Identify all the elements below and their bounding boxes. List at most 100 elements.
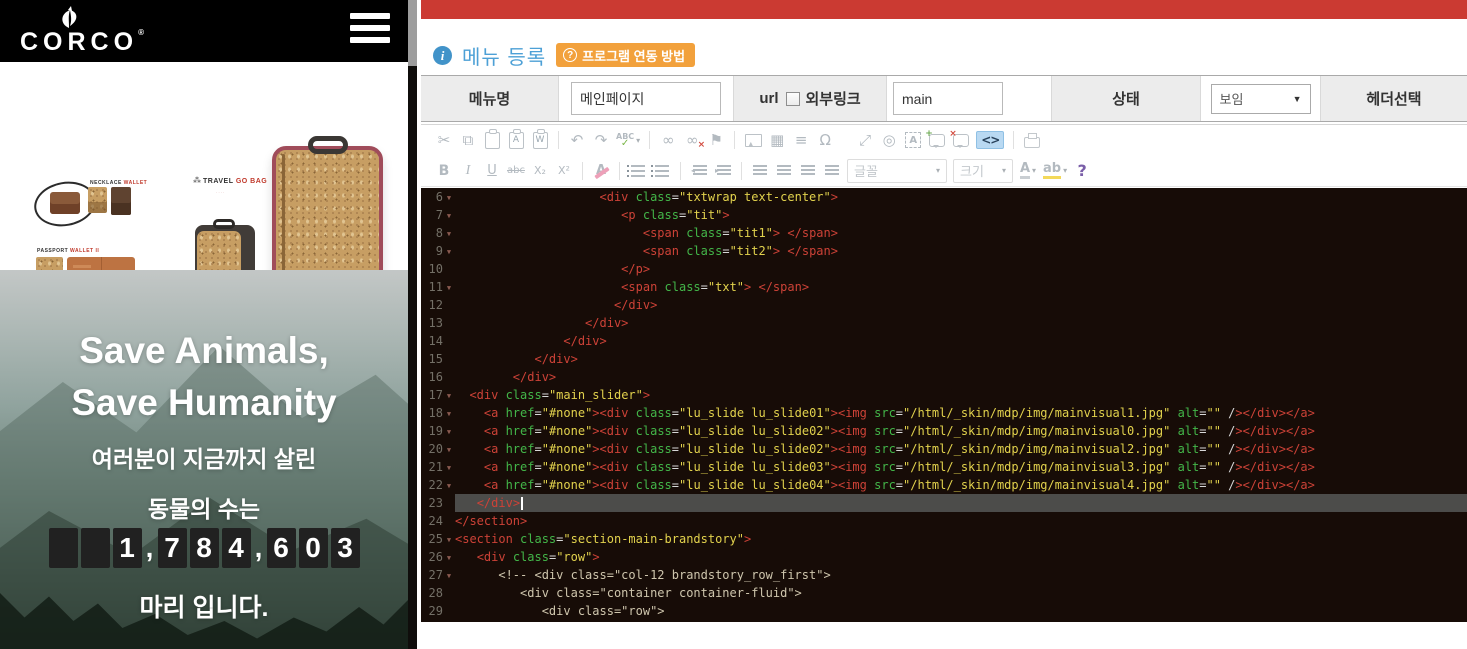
align-right-icon[interactable] <box>799 161 817 181</box>
code-line[interactable]: 9▼ <span class="tit2"> </span> <box>421 242 1467 260</box>
code-line[interactable]: 8▼ <span class="tit1"> </span> <box>421 224 1467 242</box>
code-line[interactable]: 23 </div> <box>421 494 1467 512</box>
code-line[interactable]: 21▼ <a href="#none"><div class="lu_slide… <box>421 458 1467 476</box>
fold-arrow-icon[interactable]: ▼ <box>443 188 455 206</box>
code-line[interactable]: 16 </div> <box>421 368 1467 386</box>
image-icon[interactable] <box>744 130 762 150</box>
line-number: 11 <box>421 278 443 296</box>
code-line[interactable]: 11▼ <span class="txt"> </span> <box>421 278 1467 296</box>
code-line[interactable]: 24</section> <box>421 512 1467 530</box>
code-line[interactable]: 19▼ <a href="#none"><div class="lu_slide… <box>421 422 1467 440</box>
fold-arrow-icon[interactable]: ▼ <box>443 458 455 476</box>
status-label: 상태 <box>1052 76 1201 121</box>
product-slider[interactable]: NECKLACE WALLET PASSPORT WALLET II ⁂ TRA… <box>0 62 408 270</box>
fold-arrow-icon[interactable]: ▼ <box>443 476 455 494</box>
code-area[interactable]: 6▼ <div class="txtwrap text-center">7▼ <… <box>421 188 1467 622</box>
code-line[interactable]: 17▼ <div class="main_slider"> <box>421 386 1467 404</box>
counter-digit-box: 8 <box>190 528 219 568</box>
status-select[interactable]: 보임 ▼ <box>1211 84 1311 114</box>
code-line[interactable]: 7▼ <p class="tit"> <box>421 206 1467 224</box>
bubble-remove-icon[interactable]: × <box>952 130 970 150</box>
code-line[interactable]: 12 </div> <box>421 296 1467 314</box>
code-line[interactable]: 6▼ <div class="txtwrap text-center"> <box>421 188 1467 206</box>
hero-subtitle1: 여러분이 지금까지 살린 <box>0 440 408 474</box>
fold-arrow-icon[interactable]: ▼ <box>443 422 455 440</box>
undo-icon[interactable]: ↶ <box>568 130 586 150</box>
redo-icon[interactable]: ↷ <box>592 130 610 150</box>
fold-arrow-icon[interactable]: ▼ <box>443 278 455 296</box>
fold-arrow-icon[interactable]: ▼ <box>443 242 455 260</box>
code-line[interactable]: 18▼ <a href="#none"><div class="lu_slide… <box>421 404 1467 422</box>
fold-arrow-icon[interactable]: ▼ <box>443 224 455 242</box>
find-icon[interactable]: ◎ <box>880 130 898 150</box>
leaf-icon <box>56 6 82 30</box>
link-icon[interactable]: ∞ <box>659 130 677 150</box>
fold-arrow-icon[interactable]: ▼ <box>443 530 455 548</box>
external-link-checkbox[interactable] <box>786 92 800 106</box>
outdent-icon[interactable]: ◂ <box>690 161 708 181</box>
code-line[interactable]: 14 </div> <box>421 332 1467 350</box>
code-line[interactable]: 25▼<section class="section-main-brandsto… <box>421 530 1467 548</box>
select-all-icon[interactable]: A <box>904 130 922 150</box>
fold-arrow-icon[interactable]: ▼ <box>443 548 455 566</box>
unlink-icon[interactable]: ∞× <box>683 130 701 150</box>
table-icon[interactable]: ▦ <box>768 130 786 150</box>
font-size-select[interactable]: 크기▾ <box>953 161 1013 181</box>
numbered-list-icon[interactable] <box>629 161 647 181</box>
fold-arrow-icon[interactable]: ▼ <box>443 440 455 458</box>
hero-title-line2: Save Humanity <box>0 382 408 424</box>
code-line[interactable]: 27▼ <!-- <div class="col-12 brandstory_r… <box>421 566 1467 584</box>
align-left-icon[interactable] <box>751 161 769 181</box>
align-center-icon[interactable] <box>775 161 793 181</box>
bullet-list-icon[interactable] <box>653 161 671 181</box>
menu-name-input[interactable] <box>571 82 721 115</box>
hamburger-menu-icon[interactable] <box>350 13 390 49</box>
fold-arrow-icon[interactable]: ▼ <box>443 404 455 422</box>
anchor-flag-icon[interactable]: ⚑ <box>707 130 725 150</box>
underline-icon[interactable]: U <box>483 161 501 181</box>
font-family-select[interactable]: 글꼴▾ <box>847 161 947 181</box>
program-link-help-button[interactable]: ? 프로그램 연동 방법 <box>556 43 695 67</box>
paste-word-icon[interactable]: W <box>531 130 549 150</box>
passport-wallet-cork-image <box>36 257 63 270</box>
spellcheck-icon[interactable]: ABC✓▾ <box>616 130 640 150</box>
strike-icon[interactable]: abc <box>507 161 525 181</box>
code-line[interactable]: 26▼ <div class="row"> <box>421 548 1467 566</box>
fold-arrow-icon[interactable]: ▼ <box>443 206 455 224</box>
align-justify-icon[interactable] <box>823 161 841 181</box>
code-line[interactable]: 10 </p> <box>421 260 1467 278</box>
preview-scrollbar-thumb[interactable] <box>408 0 417 66</box>
text-color-icon[interactable]: A▾ <box>1019 161 1037 181</box>
remove-format-icon[interactable]: A <box>592 161 610 181</box>
code-line[interactable]: 20▼ <a href="#none"><div class="lu_slide… <box>421 440 1467 458</box>
copy-icon[interactable]: ⧉ <box>459 130 477 150</box>
print-icon[interactable] <box>1023 130 1041 150</box>
subscript-icon[interactable]: X₂ <box>531 161 549 181</box>
code-line[interactable]: 15 </div> <box>421 350 1467 368</box>
paste-text-icon[interactable]: A <box>507 130 525 150</box>
source-button[interactable]: <> <box>976 130 1004 150</box>
fold-arrow-icon[interactable]: ▼ <box>443 386 455 404</box>
bold-icon[interactable]: B <box>435 161 453 181</box>
italic-icon[interactable]: I <box>459 161 477 181</box>
superscript-icon[interactable]: X² <box>555 161 573 181</box>
url-input[interactable] <box>893 82 1003 115</box>
omega-icon[interactable]: Ω <box>816 130 834 150</box>
help-icon[interactable]: ? <box>1073 161 1091 181</box>
maximize-icon[interactable]: ⤢ <box>856 130 874 150</box>
paste-icon[interactable] <box>483 130 501 150</box>
bg-color-icon[interactable]: ab▾ <box>1043 161 1067 181</box>
code-line[interactable]: 30 <div class="col-12 col-xl-7 text-cent… <box>421 620 1467 622</box>
bubble-add-icon[interactable]: + <box>928 130 946 150</box>
fold-arrow-icon[interactable]: ▼ <box>443 566 455 584</box>
toolbar-separator <box>734 131 735 149</box>
indent-icon[interactable]: ▸ <box>714 161 732 181</box>
code-line[interactable]: 29 <div class="row"> <box>421 602 1467 620</box>
code-line[interactable]: 28 <div class="container container-fluid… <box>421 584 1467 602</box>
cut-icon[interactable]: ✂ <box>435 130 453 150</box>
question-icon: ? <box>563 48 577 62</box>
preview-scrollbar[interactable] <box>408 0 417 649</box>
horizontal-line-icon[interactable]: ≡ <box>792 130 810 150</box>
code-line[interactable]: 13 </div> <box>421 314 1467 332</box>
code-line[interactable]: 22▼ <a href="#none"><div class="lu_slide… <box>421 476 1467 494</box>
